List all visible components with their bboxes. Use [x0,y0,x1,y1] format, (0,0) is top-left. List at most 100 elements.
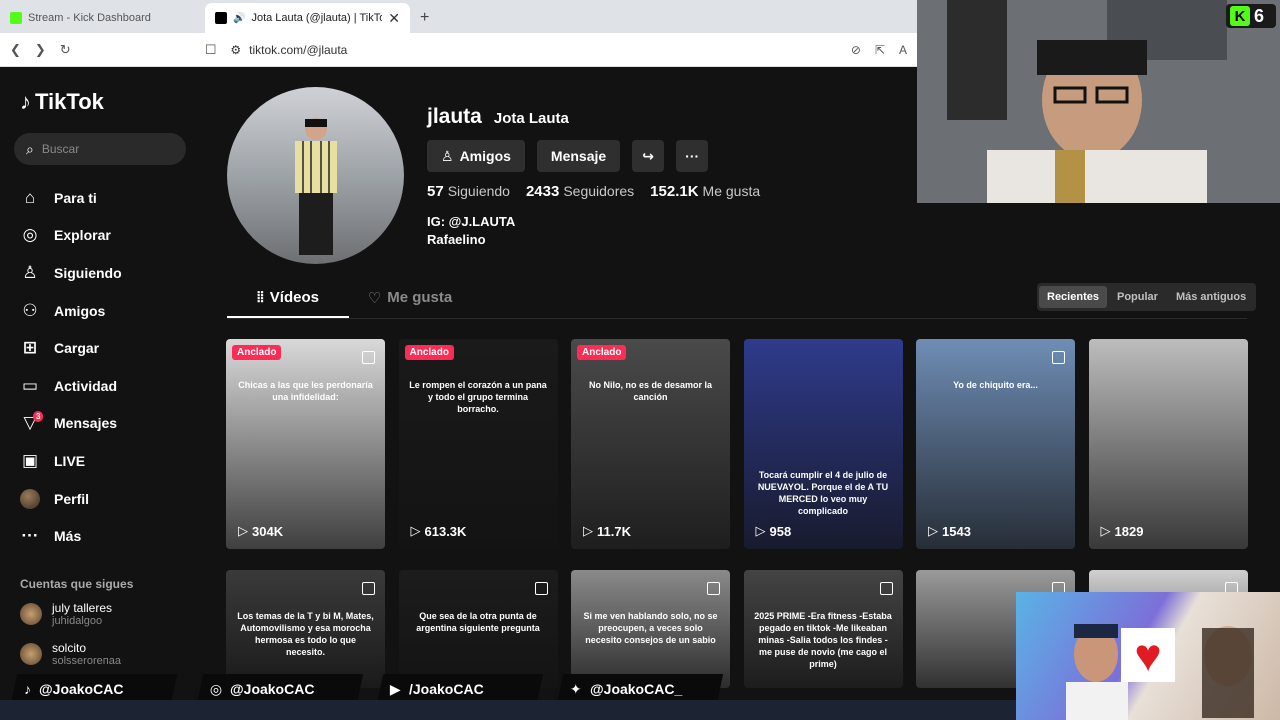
followers-count[interactable]: 2433 Seguidores [526,183,634,200]
share-button[interactable]: ↪ [632,140,665,172]
pinned-badge: Anclado [577,345,627,360]
live-icon: ▣ [21,450,39,470]
pinned-badge: Anclado [404,345,454,360]
tab-title: Stream - Kick Dashboard [28,12,151,24]
back-icon[interactable]: ❮ [10,42,21,58]
address-bar[interactable]: ⚙ tiktok.com/@jlauta [230,37,837,62]
social-label: @JoakoCAC [39,681,124,697]
close-tab-icon[interactable]: ✕ [388,10,400,27]
sidebar-item-cargar[interactable]: ⊞ Cargar [20,329,200,367]
tiktok-logo[interactable]: ♪ TikTok [20,89,104,115]
search-icon: ⌕ [26,140,34,157]
video-caption: Si me ven hablando solo, no se preocupen… [583,611,718,645]
translate-icon[interactable]: A [899,43,907,57]
video-caption: Que sea de la otra punta de argentina si… [416,611,540,633]
heart-outline-icon: ♡ [367,290,382,307]
sidebar: ♪ TikTok ⌕ Buscar ⌂ Para ti ◎ Explorar ♙ Si… [0,67,205,720]
kick-favicon-icon [10,12,22,24]
open-external-icon[interactable]: ⇱ [875,43,885,57]
account-name: solcito [52,641,87,655]
message-button[interactable]: Mensaje [536,140,621,172]
sidebar-item-live[interactable]: ▣ LIVE [20,442,200,480]
video-thumbnail[interactable]: Que sea de la otra punta de argentina si… [398,570,558,688]
sidebar-item-siguiendo[interactable]: ♙ Siguiendo [20,254,200,292]
social-label: /JoakoCAC [408,681,484,697]
video-thumbnail[interactable]: Anclado Le rompen el corazón a un pana y … [398,339,558,549]
following-count[interactable]: 57 Siguiendo [427,183,510,200]
video-caption: Tocará cumplir el 4 de julio de NUEVAYOL… [757,470,889,516]
tiktok-icon: ♪ [24,681,31,697]
sidebar-nav: ⌂ Para ti ◎ Explorar ♙ Siguiendo ⚇ Amigos ⊞ C… [20,179,200,555]
user-icon: ♙ [441,147,454,164]
kick-viewer-count: 6 [1254,5,1265,26]
sidebar-item-amigos[interactable]: ⚇ Amigos [20,292,200,330]
bio-line: IG: @J.LAUTA [427,214,516,229]
photo-icon [362,351,375,364]
sort-toggle: Recientes Popular Más antiguos [1037,283,1257,311]
play-icon: ▷ [928,523,938,538]
video-thumbnail[interactable]: Los temas de la T y bi M, Mates, Automov… [226,570,385,688]
profile-actions: ♙ Amigos Mensaje ↪ ··· [427,140,709,172]
view-count: ▷ 613.3K [411,523,467,539]
video-thumbnail[interactable]: Yo de chiquito era... ▷ 1543 [916,339,1075,549]
profile-bio: IG: @J.LAUTA Rafaelino [427,213,515,249]
twitter-icon: ✦ [570,680,582,697]
no-tracking-icon[interactable]: ⊘ [851,43,861,57]
sidebar-item-perfil[interactable]: Perfil [20,480,200,518]
video-caption: Le rompen el corazón a un pana y todo el… [409,380,547,414]
forward-icon[interactable]: ❯ [35,42,46,58]
sidebar-item-mas[interactable]: ··· Más [20,517,200,555]
sort-popular[interactable]: Popular [1109,286,1166,308]
sidebar-item-explorar[interactable]: ◎ Explorar [20,217,200,255]
social-label: @JoakoCAC [230,681,315,697]
avatar [20,603,42,625]
video-thumbnail[interactable]: 2025 PRIME -Era fitness -Estaba pegado e… [743,570,903,688]
tab-liked[interactable]: ♡ Me gusta [349,289,471,318]
video-caption: 2025 PRIME -Era fitness -Estaba pegado e… [754,611,892,669]
tab-videos[interactable]: ⦙⦙ Vídeos [227,289,349,318]
video-thumbnail[interactable]: Anclado Chicas a las que les perdonaría u… [226,339,385,549]
browser-tabbar: Stream - Kick Dashboard 🔊 Jota Lauta (@j… [0,0,917,33]
more-options-button[interactable]: ··· [676,140,709,172]
sidebar-item-para-ti[interactable]: ⌂ Para ti [20,179,200,217]
grid-icon: ⦙⦙ [257,289,264,306]
profile-handle: jlauta [427,105,482,128]
sidebar-item-actividad[interactable]: ▭ Actividad [20,367,200,405]
photo-icon [534,582,548,595]
reload-icon[interactable]: ↻ [60,42,71,58]
nav-label: Perfil [54,490,90,507]
friends-label: Amigos [459,148,511,164]
messages-badge: 3 [33,410,44,422]
video-caption: Chicas a las que les perdonaría una infi… [238,380,373,402]
browser-tab-tiktok[interactable]: 🔊 Jota Lauta (@jlauta) | TikTok ✕ [205,3,410,33]
site-info-icon[interactable]: ⚙ [230,43,241,57]
likes-count: 152.1K Me gusta [650,183,760,200]
video-thumbnail[interactable]: Tocará cumplir el 4 de julio de NUEVAYOL… [743,339,903,549]
nav-label: Siguiendo [54,264,122,281]
browser-tab-kick[interactable]: Stream - Kick Dashboard [0,3,205,33]
sort-oldest[interactable]: Más antiguos [1168,286,1254,308]
sidebar-item-mensajes[interactable]: ▽ 3 Mensajes [20,405,200,443]
following-account[interactable]: july talleres juhidalgoo [20,601,200,627]
profile-stats: 57 Siguiendo 2433 Seguidores 152.1K Me gust… [427,183,760,200]
video-thumbnail[interactable]: Anclado No Nilo, no es de desamor la canc… [571,339,730,549]
view-count: ▷ 1543 [928,523,971,539]
profile-person-image [295,118,337,255]
new-tab-button[interactable]: + [410,9,439,33]
video-thumbnail[interactable]: ▷ 1829 [1088,339,1248,549]
sort-recent[interactable]: Recientes [1039,286,1107,308]
tab-title: Jota Lauta (@jlauta) | TikTok [251,12,383,24]
activity-icon: ▭ [21,375,39,395]
browser-toolbar: ❮ ❯ ↻ ☐ ⚙ tiktok.com/@jlauta ⊘ ⇱ A [0,33,917,67]
logo-text: TikTok [35,89,104,114]
play-icon: ▷ [583,523,593,538]
kick-viewers-badge: K 6 [1226,4,1276,28]
search-input[interactable]: ⌕ Buscar [14,133,186,165]
video-thumbnail[interactable]: Si me ven hablando solo, no se preocupen… [571,570,730,688]
bookmark-icon[interactable]: ☐ [205,42,217,58]
heart-icon: ♥ [1121,628,1175,682]
video-caption: Los temas de la T y bi M, Mates, Automov… [237,611,374,657]
following-account[interactable]: solcito solsseroreпaa [20,641,200,667]
friends-button[interactable]: ♙ Amigos [427,140,525,172]
tiktok-favicon-icon [215,12,227,24]
